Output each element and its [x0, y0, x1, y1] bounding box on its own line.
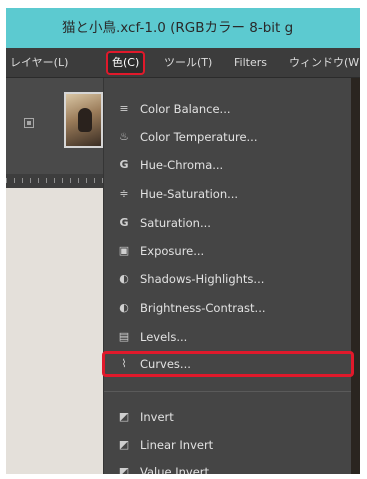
menu-item-label: Shadows-Highlights... [140, 272, 265, 286]
image-canvas-edge [351, 78, 360, 474]
gimp-window: 猫と小鳥.xcf-1.0 (RGBカラー 8-bit g レイヤー(L) 色(C… [6, 8, 360, 474]
menubar: レイヤー(L) 色(C) ツール(T) Filters ウィンドウ(W [6, 48, 360, 78]
menu-item-hue-chroma[interactable]: G Hue-Chroma... [104, 152, 351, 178]
menu-item-shadows-highlights[interactable]: ◐ Shadows-Highlights... [104, 266, 351, 292]
menu-separator [104, 391, 351, 392]
menu-item-label: Brightness-Contrast... [140, 301, 266, 315]
window-title: 猫と小鳥.xcf-1.0 (RGBカラー 8-bit g [62, 20, 294, 36]
menu-item-label: Color Balance... [140, 102, 231, 116]
image-thumbnail[interactable] [64, 92, 103, 148]
menu-item-saturation[interactable]: G Saturation... [104, 210, 351, 236]
hue-saturation-icon: ≑ [119, 188, 129, 200]
menu-item-label: Hue-Saturation... [140, 187, 239, 201]
menu-windows[interactable]: ウィンドウ(W [289, 48, 359, 77]
menu-item-invert[interactable]: ◩ Invert [104, 404, 351, 430]
image-canvas[interactable] [6, 188, 103, 474]
menu-item-label: Value Invert [140, 465, 210, 474]
menu-tools[interactable]: ツール(T) [164, 48, 212, 77]
menu-item-label: Color Temperature... [140, 130, 258, 144]
menu-item-hue-saturation[interactable]: ≑ Hue-Saturation... [104, 181, 351, 207]
menu-item-levels[interactable]: ▤ Levels... [104, 324, 351, 350]
menu-item-brightness-contrast[interactable]: ◐ Brightness-Contrast... [104, 295, 351, 321]
horizontal-ruler [6, 174, 103, 188]
menu-item-label: Levels... [140, 330, 188, 344]
menu-filters[interactable]: Filters [234, 48, 267, 77]
menu-item-color-balance[interactable]: ≡ Color Balance... [104, 96, 351, 122]
color-balance-icon: ≡ [119, 103, 129, 115]
cat-silhouette-icon [78, 108, 92, 132]
image-area [6, 78, 103, 474]
color-menu-dropdown: ≡ Color Balance... ♨ Color Temperature..… [102, 78, 354, 474]
menu-layer[interactable]: レイヤー(L) [10, 48, 68, 77]
image-menu-icon[interactable] [24, 118, 34, 128]
menu-item-label: Invert [140, 410, 174, 424]
hue-chroma-icon: G [119, 159, 129, 171]
menu-item-label: Linear Invert [140, 438, 214, 452]
menu-item-label: Exposure... [140, 244, 205, 258]
menu-item-label: Curves... [140, 357, 191, 371]
levels-icon: ▤ [118, 331, 130, 343]
brightness-contrast-icon: ◐ [119, 302, 129, 314]
window-titlebar: 猫と小鳥.xcf-1.0 (RGBカラー 8-bit g [6, 8, 360, 48]
menu-item-exposure[interactable]: ▣ Exposure... [104, 238, 351, 264]
menu-color[interactable]: 色(C) [106, 51, 146, 75]
saturation-icon: G [119, 217, 129, 229]
image-tab-strip [6, 78, 103, 174]
menu-item-value-invert[interactable]: ◩ Value Invert [104, 459, 351, 474]
menu-item-label: Saturation... [140, 216, 211, 230]
curves-icon: ⌇ [121, 358, 127, 370]
invert-icon: ◩ [118, 411, 130, 423]
exposure-icon: ▣ [118, 245, 130, 257]
menu-item-label: Hue-Chroma... [140, 158, 224, 172]
shadows-highlights-icon: ◐ [119, 273, 129, 285]
menu-item-linear-invert[interactable]: ◩ Linear Invert [104, 432, 351, 458]
value-invert-icon: ◩ [118, 466, 130, 474]
menu-item-color-temperature[interactable]: ♨ Color Temperature... [104, 124, 351, 150]
menu-item-curves[interactable]: ⌇ Curves... [102, 351, 354, 377]
thermometer-icon: ♨ [119, 131, 129, 143]
linear-invert-icon: ◩ [118, 439, 130, 451]
